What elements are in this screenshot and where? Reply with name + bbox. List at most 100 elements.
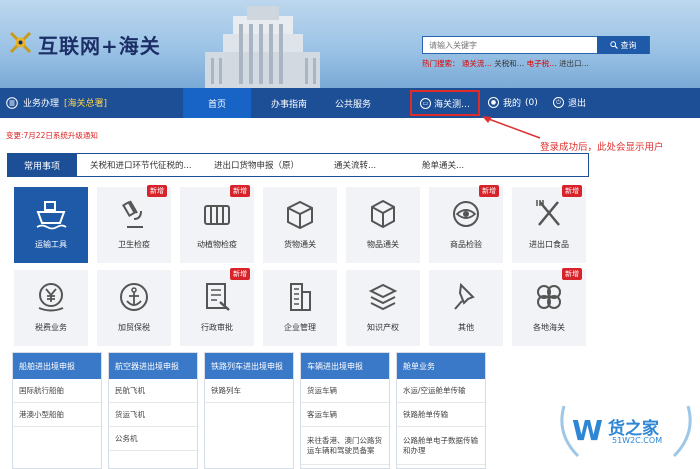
org-tag: [海关总署] [64, 99, 108, 109]
column-link[interactable]: 铁路舱单传输 [397, 403, 485, 427]
clover-icon [537, 285, 561, 309]
tile-goods-clearance[interactable]: 货物通关 [263, 187, 337, 263]
nav-home[interactable]: 首页 [183, 88, 251, 118]
tile-plant-quarantine[interactable]: 新增 动植物检疫 [180, 185, 254, 263]
header-banner: 互联网+海关 查询 热门搜索： 通关流… 关税和… 电子税… 进出口… [0, 0, 700, 88]
nav-mine[interactable]: ● 我的 (0) [488, 96, 538, 109]
logout-button[interactable]: ⏻ 退出 [553, 96, 586, 109]
new-badge: 新增 [147, 185, 167, 197]
common-item-link[interactable]: 关税和进口环节代征税的... [90, 159, 192, 171]
tile-commodity-inspection[interactable]: 新增 商品检验 [429, 185, 503, 263]
hot-link[interactable]: 电子税… [527, 59, 557, 68]
watermark-logo: W 货之家 51W2C.COM [556, 398, 696, 466]
tile-enterprise[interactable]: 企业管理 [263, 270, 337, 346]
tile-label: 货物通关 [284, 240, 316, 249]
person-icon: ● [488, 97, 499, 108]
tile-other[interactable]: 其他 [429, 270, 503, 346]
hot-link[interactable]: 关税和… [494, 59, 524, 68]
tile-health-quarantine[interactable]: 新增 卫生检疫 [97, 185, 171, 263]
new-badge: 新增 [562, 185, 582, 197]
tile-label: 企业管理 [284, 323, 316, 332]
tile-label: 运输工具 [35, 240, 67, 249]
search-input[interactable] [423, 37, 598, 53]
tile-label: 卫生检疫 [118, 240, 150, 249]
user-name-box[interactable]: ▭ 海关测… [410, 90, 480, 116]
business-label: 业务办理 [23, 99, 60, 109]
column-link[interactable]: 国际航行船舶 [13, 379, 101, 403]
tile-bonded[interactable]: 加贸保税 [97, 270, 171, 346]
column-link[interactable]: 货运飞机 [109, 403, 197, 427]
common-item-link[interactable]: 舱单通关... [422, 159, 464, 171]
new-badge: 新增 [479, 185, 499, 197]
site-title: 互联网+海关 [38, 34, 161, 58]
column-link[interactable]: 民航飞机 [109, 379, 197, 403]
tile-label: 行政审批 [201, 323, 233, 332]
new-badge: 新增 [562, 268, 582, 280]
hot-link[interactable]: 进出口… [559, 59, 589, 68]
stack-icon [368, 283, 398, 311]
search-icon [609, 41, 618, 49]
new-badge: 新增 [230, 268, 250, 280]
common-item-link[interactable]: 进出口货物申报（原） [214, 159, 299, 171]
column-vehicle-declaration: 车辆进出境申报 货运车辆 客运车辆 来往香港、澳门公路货运车辆和驾驶员备案 [300, 352, 390, 469]
fork-knife-icon [536, 200, 560, 226]
box-icon [287, 200, 313, 230]
column-link[interactable]: 港澳小型船舶 [13, 403, 101, 427]
search-button-label: 查询 [620, 40, 637, 50]
hot-label: 热门搜索： [422, 59, 460, 68]
nav-public-service[interactable]: 公共服务 [322, 88, 384, 118]
main-navbar: 业务办理 [海关总署] 首页 办事指南 公共服务 ▭ 海关测… ● 我的 (0)… [0, 88, 700, 118]
column-manifest: 舱单业务 水运/空运舱单传输 铁路舱单传输 公路舱单电子数据传输和办理 [396, 352, 486, 469]
mine-label: 我的 [503, 99, 522, 109]
svg-text:W: W [572, 414, 603, 447]
column-link[interactable]: 货运车辆 [301, 379, 389, 403]
tile-label: 商品检验 [450, 240, 482, 249]
tab-common-items[interactable]: 常用事项 [7, 153, 77, 177]
mine-count: (0) [525, 97, 538, 108]
system-notice[interactable]: 变更:7月22日系统升级通知 [6, 130, 98, 141]
column-link[interactable]: 公务机 [109, 427, 197, 451]
new-badge: 新增 [230, 185, 250, 197]
hot-searches: 热门搜索： 通关流… 关税和… 电子税… 进出口… [422, 58, 589, 69]
column-link[interactable]: 铁路列车 [205, 379, 293, 403]
tile-articles-clearance[interactable]: 物品通关 [346, 187, 420, 263]
tile-local-customs[interactable]: 新增 各地海关 [512, 268, 586, 346]
column-link[interactable]: 水运/空运舱单传输 [397, 379, 485, 403]
column-title: 船舶进出境申报 [13, 353, 101, 379]
column-ship-declaration: 船舶进出境申报 国际航行船舶 港澳小型船舶 [12, 352, 102, 469]
tile-label: 加贸保税 [118, 323, 150, 332]
column-title: 舱单业务 [397, 353, 485, 379]
watermark-domain: 51W2C.COM [612, 436, 663, 445]
building-icon [290, 283, 311, 311]
pin-icon [454, 282, 475, 310]
eye-inspection-icon [453, 201, 479, 227]
common-item-link[interactable]: 通关流转... [334, 159, 376, 171]
yen-icon [38, 283, 64, 312]
column-link[interactable]: 客运车辆 [301, 403, 389, 427]
hot-link[interactable]: 通关流… [462, 59, 492, 68]
annotation-text: 登录成功后，此处会显示用户 [540, 142, 664, 153]
tile-admin-approval[interactable]: 新增 行政审批 [180, 268, 254, 346]
tile-ip[interactable]: 知识产权 [346, 270, 420, 346]
nav-guide[interactable]: 办事指南 [258, 88, 320, 118]
tile-food[interactable]: 新增 进出口食品 [512, 185, 586, 263]
user-name: 海关测… [433, 99, 470, 110]
column-title: 航空器进出境申报 [109, 353, 197, 379]
column-aircraft-declaration: 航空器进出境申报 民航飞机 货运飞机 公务机 [108, 352, 198, 469]
column-link[interactable]: 来往香港、澳门公路货运车辆和驾驶员备案 [301, 427, 389, 465]
logout-icon: ⏻ [553, 97, 564, 108]
search-button[interactable]: 查询 [597, 36, 649, 54]
column-link[interactable]: 公路舱单电子数据传输和办理 [397, 427, 485, 465]
tile-label: 知识产权 [367, 323, 399, 332]
tile-label: 其他 [458, 323, 474, 332]
tile-tax[interactable]: 税费业务 [14, 270, 88, 346]
column-title: 铁路列车进出境申报 [205, 353, 293, 379]
common-items-bar: 常用事项 关税和进口环节代征税的... 进出口货物申报（原） 通关流转... 舱… [7, 153, 589, 177]
business-menu[interactable]: 业务办理 [海关总署] [6, 96, 107, 109]
user-icon: ▭ [419, 97, 431, 109]
annotation-arrow [482, 116, 541, 139]
ship-icon [36, 201, 67, 230]
column-title: 车辆进出境申报 [301, 353, 389, 379]
tile-label: 各地海关 [533, 323, 565, 332]
tile-transport[interactable]: 运输工具 [14, 187, 88, 263]
